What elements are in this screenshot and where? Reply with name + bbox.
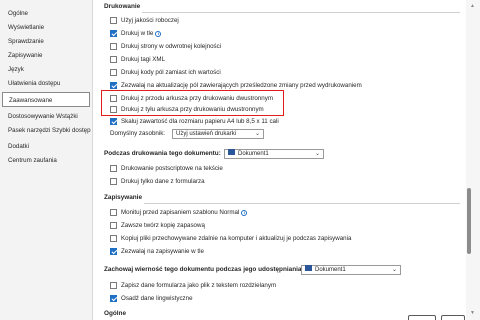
- sidebar-item-display[interactable]: Wyświetlanie: [8, 24, 44, 32]
- sidebar-item-advanced[interactable]: Zaawansowane: [2, 92, 90, 107]
- option-prompt-normal-template[interactable]: Monituj przed zapisaniem szablonu Normal…: [110, 208, 248, 218]
- sidebar-item-proofing[interactable]: Sprawdzanie: [8, 38, 44, 46]
- sidebar-item-language[interactable]: Język: [8, 66, 24, 74]
- checkbox-print-background[interactable]: [110, 29, 117, 37]
- option-print-form-data[interactable]: Drukuj tylko dane z formularza: [110, 177, 205, 187]
- advanced-options-panel: Drukowanie Użyj jakości roboczej Drukuj …: [94, 0, 466, 320]
- word-document-icon: [228, 149, 235, 156]
- section-title-save: Zapisywanie: [104, 194, 143, 201]
- section-title-preserve-fidelity: Zachowaj wierność tego dokumentu podczas…: [104, 266, 304, 273]
- checkbox-save-form-data[interactable]: [110, 281, 117, 289]
- checkbox-prompt-normal-template[interactable]: [110, 208, 117, 216]
- section-title-printing: Drukowanie: [104, 3, 141, 10]
- print-document-dropdown[interactable]: Dokument1 ⌄: [224, 149, 324, 159]
- sidebar-item-general[interactable]: Ogólne: [8, 10, 28, 18]
- sidebar-item-customize-ribbon[interactable]: Dostosowywanie Wstążki: [8, 113, 78, 121]
- word-document-icon: [305, 265, 312, 272]
- highlight-annotation-box: [101, 90, 284, 116]
- section-title-print-document: Podczas drukowania tego dokumentu:: [104, 150, 221, 157]
- checkbox-reverse-order[interactable]: [110, 42, 117, 50]
- option-label: Zezwalaj na aktualizację pól zawierający…: [121, 82, 362, 89]
- option-label: Kopiuj pliki przechowywane zdalnie na ko…: [121, 235, 352, 242]
- option-label: Drukuj tylko dane z formularza: [121, 178, 205, 185]
- scroll-up-icon[interactable]: ▲: [470, 3, 475, 9]
- option-embed-linguistic-data[interactable]: Osadź dane lingwistyczne: [110, 294, 193, 304]
- checkbox-postscript-over-text[interactable]: [110, 164, 117, 172]
- checkbox-print-xml-tags[interactable]: [110, 55, 117, 63]
- option-scale-content[interactable]: Skaluj zawartość dla rozmiaru papieru A4…: [110, 117, 279, 127]
- option-label: Zapisz dane formularza jako plik z tekst…: [121, 282, 277, 289]
- section-title-general: Ogólne: [104, 310, 127, 317]
- section-divider: [144, 203, 460, 204]
- option-print-xml-tags[interactable]: Drukuj tagi XML: [110, 55, 165, 65]
- option-label: Zawsze twórz kopię zapasową: [121, 222, 205, 229]
- option-label: Skaluj zawartość dla rozmiaru papieru A4…: [121, 118, 279, 125]
- option-draft-quality[interactable]: Użyj jakości roboczej: [110, 16, 179, 26]
- checkbox-print-form-data[interactable]: [110, 177, 117, 185]
- scroll-down-icon[interactable]: ▼: [470, 310, 475, 316]
- fidelity-document-dropdown[interactable]: Dokument1 ⌄: [301, 265, 401, 275]
- cancel-button[interactable]: [441, 315, 465, 320]
- option-label: Zezwalaj na zapisywanie w tle: [121, 248, 204, 255]
- checkbox-always-backup[interactable]: [110, 221, 117, 229]
- ok-button[interactable]: [408, 315, 436, 320]
- checkbox-embed-linguistic-data[interactable]: [110, 294, 117, 302]
- checkbox-background-save[interactable]: [110, 247, 117, 255]
- option-label: Osadź dane lingwistyczne: [121, 295, 193, 302]
- sidebar-item-save[interactable]: Zapisywanie: [8, 52, 42, 60]
- options-sidebar: Ogólne Wyświetlanie Sprawdzanie Zapisywa…: [0, 0, 93, 320]
- vertical-scrollbar[interactable]: [466, 0, 480, 320]
- option-label: Drukuj w tle: [121, 30, 154, 37]
- default-tray-label: Domyślny zasobnik:: [110, 130, 166, 137]
- option-save-form-data[interactable]: Zapisz dane formularza jako plik z tekst…: [110, 281, 276, 291]
- checkbox-draft-quality[interactable]: [110, 16, 117, 24]
- option-reverse-order[interactable]: Drukuj strony w odwrotnej kolejności: [110, 42, 221, 52]
- fidelity-document-value: Dokument1: [315, 267, 346, 273]
- checkbox-scale-content[interactable]: [110, 117, 117, 125]
- scrollbar-thumb[interactable]: [467, 188, 471, 254]
- sidebar-item-quick-access-toolbar[interactable]: Pasek narzędzi Szybki dostęp: [8, 127, 91, 135]
- sidebar-item-trust-center[interactable]: Centrum zaufania: [8, 157, 57, 165]
- option-label: Drukuj strony w odwrotnej kolejności: [121, 43, 222, 50]
- info-icon[interactable]: i: [155, 31, 162, 37]
- sidebar-item-accessibility[interactable]: Ułatwienia dostępu: [8, 80, 60, 88]
- checkbox-field-codes[interactable]: [110, 68, 117, 76]
- section-divider: [142, 12, 460, 13]
- option-always-backup[interactable]: Zawsze twórz kopię zapasową: [110, 221, 205, 231]
- chevron-down-icon: ⌄: [314, 151, 320, 157]
- option-copy-remote-files[interactable]: Kopiuj pliki przechowywane zdalnie na ko…: [110, 234, 351, 244]
- option-label: Drukuj tagi XML: [121, 56, 166, 63]
- default-tray-value: Użyj ustawień drukarki: [176, 131, 237, 137]
- option-background-save[interactable]: Zezwalaj na zapisywanie w tle: [110, 247, 204, 257]
- print-document-value: Dokument1: [238, 151, 269, 157]
- checkbox-update-tracked-fields[interactable]: [110, 81, 117, 89]
- sidebar-item-add-ins[interactable]: Dodatki: [8, 143, 29, 151]
- option-print-background[interactable]: Drukuj w tle i: [110, 29, 162, 39]
- option-postscript-over-text[interactable]: Drukowanie postscriptowe na tekście: [110, 164, 223, 174]
- option-field-codes[interactable]: Drukuj kody pól zamiast ich wartości: [110, 68, 221, 78]
- default-tray-dropdown[interactable]: Użyj ustawień drukarki ⌄: [172, 129, 264, 139]
- checkbox-copy-remote-files[interactable]: [110, 234, 117, 242]
- option-label: Monituj przed zapisaniem szablonu Normal: [121, 209, 240, 216]
- chevron-down-icon: ⌄: [391, 267, 397, 273]
- option-label: Drukuj kody pól zamiast ich wartości: [121, 69, 221, 76]
- info-icon[interactable]: i: [241, 210, 248, 216]
- option-label: Drukowanie postscriptowe na tekście: [121, 165, 223, 172]
- chevron-down-icon: ⌄: [254, 131, 260, 137]
- option-label: Użyj jakości roboczej: [121, 17, 179, 24]
